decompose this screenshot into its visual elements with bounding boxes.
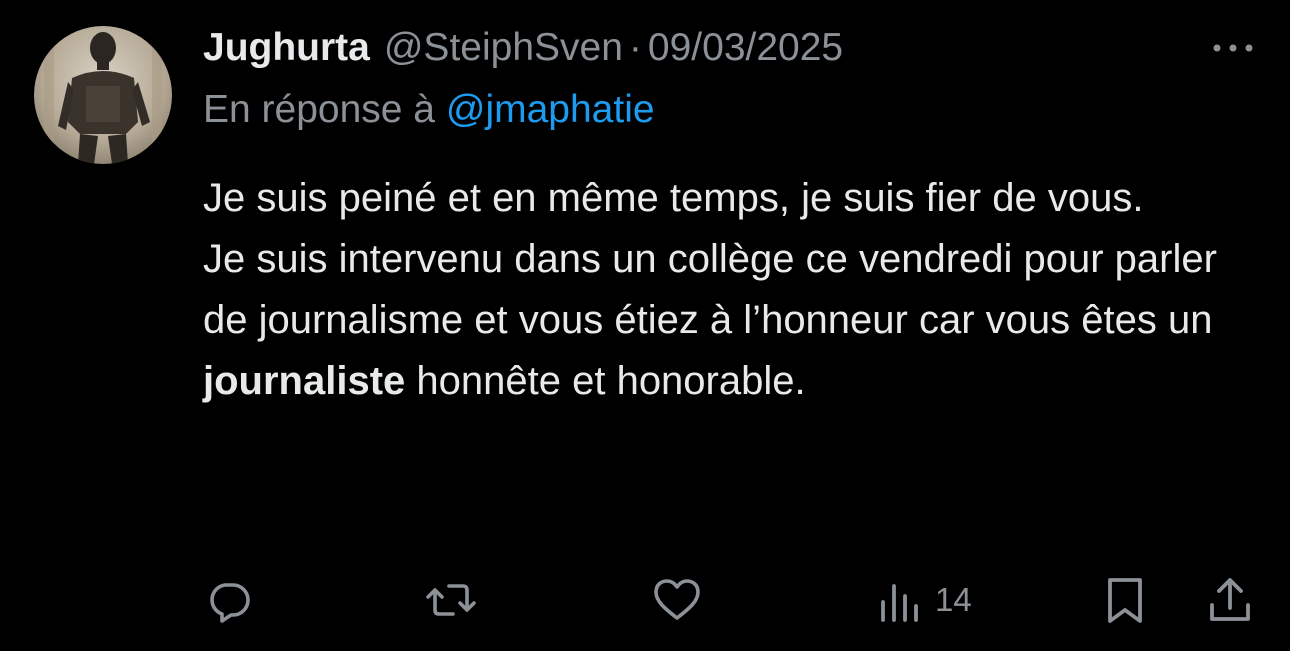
avatar[interactable] xyxy=(34,26,172,164)
reply-mention-link[interactable]: @jmaphatie xyxy=(446,88,655,131)
tweet-text-part: Je suis intervenu dans un collège ce ven… xyxy=(203,237,1217,342)
like-button[interactable] xyxy=(652,570,702,630)
retweet-button[interactable] xyxy=(425,570,477,630)
reply-button[interactable] xyxy=(205,570,253,630)
views-count: 14 xyxy=(935,581,972,618)
bookmark-button[interactable] xyxy=(1103,570,1147,630)
reply-icon xyxy=(205,576,253,624)
tweet-text-part: honnête et honorable. xyxy=(416,359,806,403)
tweet-card: Jughurta @SteiphSven · 09/03/2025 En rép… xyxy=(0,0,1290,651)
tweet-date[interactable]: 09/03/2025 xyxy=(648,26,843,70)
heart-icon xyxy=(652,576,702,624)
reply-prefix: En réponse à xyxy=(203,88,436,131)
tweet-text-paragraph-1: Je suis peiné et en même temps, je suis … xyxy=(203,176,1144,220)
views-icon xyxy=(875,576,923,624)
tweet-text: Je suis peiné et en même temps, je suis … xyxy=(203,168,1263,412)
author-name[interactable]: Jughurta xyxy=(203,26,370,70)
share-icon xyxy=(1207,575,1253,625)
tweet-header: Jughurta @SteiphSven · 09/03/2025 xyxy=(203,22,1290,74)
action-bar: 14 xyxy=(0,570,1290,630)
retweet-icon xyxy=(425,576,477,624)
tweet-text-bold: journaliste xyxy=(203,359,406,403)
views-button[interactable]: 14 xyxy=(875,570,972,630)
tweet-text-paragraph-2: Je suis intervenu dans un collège ce ven… xyxy=(203,229,1263,412)
reply-context: En réponse à @jmaphatie xyxy=(203,88,655,132)
separator-dot: · xyxy=(628,26,642,69)
bookmark-icon xyxy=(1103,575,1147,625)
share-button[interactable] xyxy=(1207,570,1253,630)
more-icon[interactable] xyxy=(1208,30,1258,66)
author-handle[interactable]: @SteiphSven xyxy=(384,26,623,70)
